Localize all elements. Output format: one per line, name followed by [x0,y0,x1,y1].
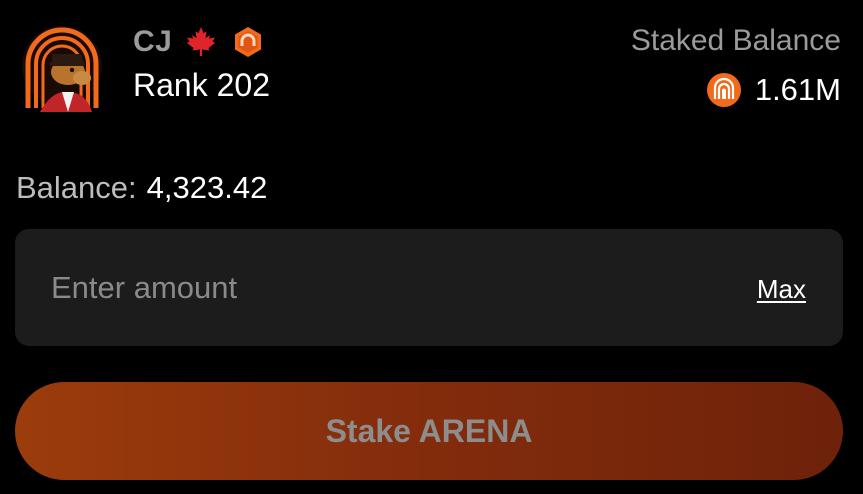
amount-input[interactable] [51,229,691,346]
wallet-balance: Balance: 4,323.42 [16,170,267,206]
stake-button[interactable]: Stake ARENA [15,382,843,480]
maple-leaf-icon [184,25,218,59]
rank-badge-icon [232,26,264,58]
avatar[interactable] [22,20,102,112]
camel-avatar-icon [22,26,102,112]
arena-token-icon [706,73,741,107]
user-name[interactable]: CJ [133,25,172,59]
balance-value: 4,323.42 [146,170,268,205]
staked-balance-label: Staked Balance [630,24,841,57]
max-button[interactable]: Max [757,274,806,305]
staked-balance-value: 1.61M [754,72,841,107]
user-rank: Rank 202 [133,67,270,103]
amount-input-card: Max [15,229,843,346]
staked-balance-row: 1.61M [706,70,841,110]
balance-label: Balance: [16,170,137,205]
profile-name-row: CJ [133,22,264,62]
